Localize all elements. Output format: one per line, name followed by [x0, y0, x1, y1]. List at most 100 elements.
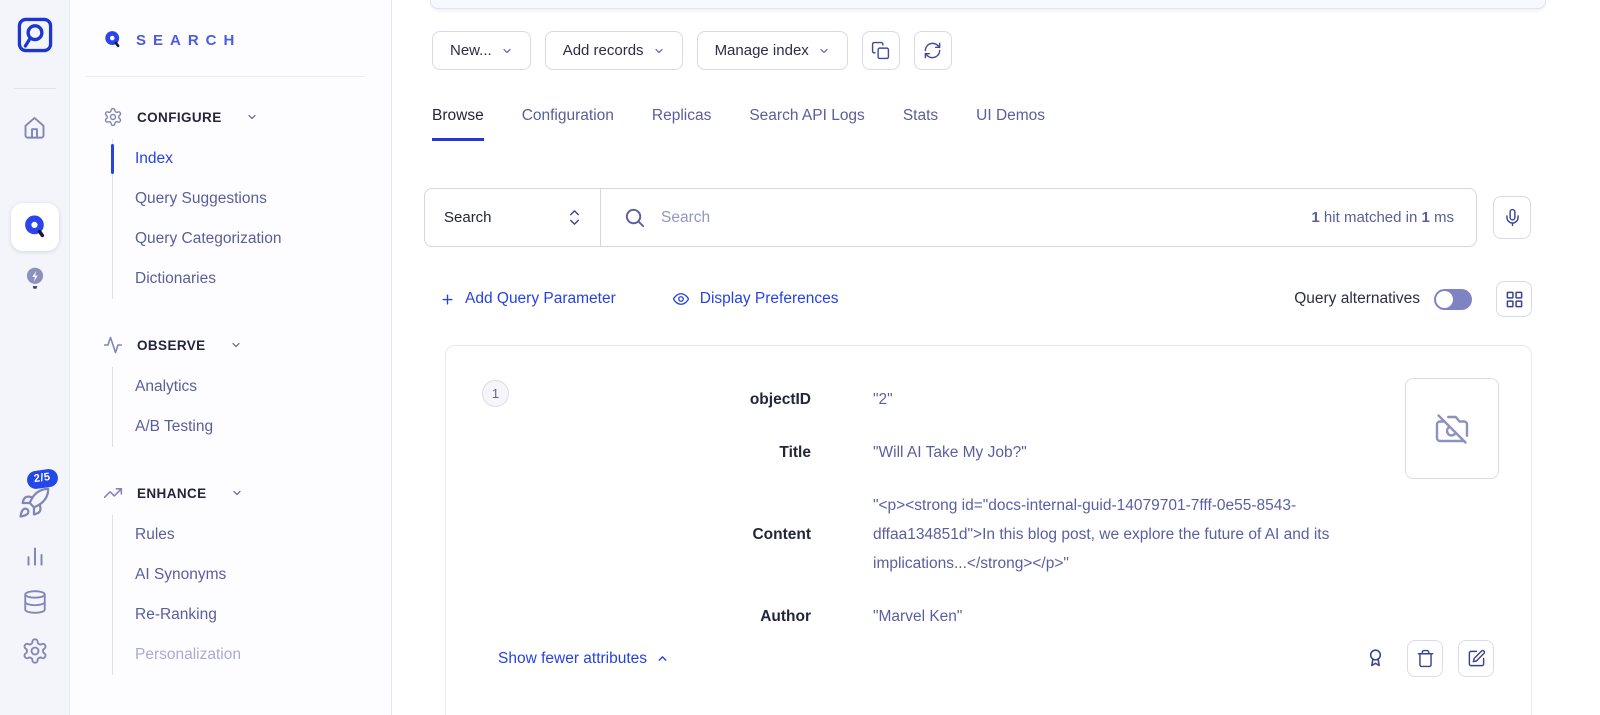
sidebar-item-re-ranking[interactable]: Re-Ranking [113, 595, 391, 635]
show-fewer-attributes-link[interactable]: Show fewer attributes [498, 650, 669, 668]
tab-label: Stats [903, 107, 938, 124]
chevron-down-icon [818, 45, 830, 57]
trending-up-icon [103, 483, 123, 503]
sidebar-item-label: Personalization [135, 646, 241, 664]
search-icon [22, 214, 49, 241]
time-value: 1 [1421, 209, 1429, 226]
manage-index-button[interactable]: Manage index [697, 31, 848, 70]
rocket-icon[interactable] [17, 486, 51, 520]
section-observe-header[interactable]: OBSERVE [103, 335, 391, 355]
award-icon [1365, 648, 1386, 669]
edit-hit-button[interactable] [1458, 640, 1494, 677]
copy-index-button[interactable] [862, 31, 900, 70]
field-row: objectID "2" [446, 385, 1391, 414]
activity-icon [103, 335, 123, 355]
manage-index-label: Manage index [715, 42, 809, 59]
section-enhance-header[interactable]: ENHANCE [103, 483, 391, 503]
layout-grid-button[interactable] [1496, 281, 1532, 317]
new-button[interactable]: New... [432, 31, 531, 70]
sidebar-item-dictionaries[interactable]: Dictionaries [113, 259, 391, 299]
sidebar-item-analytics[interactable]: Analytics [113, 367, 391, 407]
sidebar-item-ab-testing[interactable]: A/B Testing [113, 407, 391, 447]
algolia-logo-icon[interactable] [13, 13, 57, 57]
sidebar-item-ai-synonyms[interactable]: AI Synonyms [113, 555, 391, 595]
search-scope-value: Search [444, 209, 492, 226]
search-input[interactable] [661, 209, 1296, 227]
query-alternatives-toggle[interactable] [1434, 289, 1472, 310]
recommend-icon[interactable] [22, 265, 48, 293]
sidebar-item-label: Query Suggestions [135, 190, 267, 208]
sidebar-item-label: Rules [135, 526, 175, 544]
tab-search-api-logs[interactable]: Search API Logs [749, 107, 864, 141]
add-query-parameter-link[interactable]: Add Query Parameter [440, 290, 616, 308]
tab-browse[interactable]: Browse [432, 107, 484, 141]
trash-icon [1416, 649, 1435, 668]
database-icon[interactable] [22, 589, 48, 615]
product-header: SEARCH [70, 0, 391, 50]
sidebar-item-label: AI Synonyms [135, 566, 226, 584]
icon-rail: 2/5 [0, 0, 70, 715]
field-name: Content [446, 526, 811, 544]
refresh-button[interactable] [914, 31, 952, 70]
tab-ui-demos[interactable]: UI Demos [976, 107, 1045, 141]
toggle-knob [1436, 291, 1453, 308]
tab-configuration[interactable]: Configuration [522, 107, 614, 141]
sidebar-item-rules[interactable]: Rules [113, 515, 391, 555]
search-stats: 1 hit matched in 1 ms [1311, 209, 1454, 226]
sidebar-item-label: Query Categorization [135, 230, 281, 248]
search-nav-active[interactable] [11, 203, 59, 251]
tab-replicas[interactable]: Replicas [652, 107, 711, 141]
sidebar-item-label: Re-Ranking [135, 606, 217, 624]
sidebar-item-index[interactable]: Index [113, 139, 391, 179]
sidebar-item-query-suggestions[interactable]: Query Suggestions [113, 179, 391, 219]
hit-card: 1 objectID "2" Title "Will AI Take My Jo… [445, 345, 1532, 715]
chevron-up-icon [656, 652, 669, 665]
section-configure: CONFIGURE Index Query Suggestions Query … [70, 107, 391, 299]
display-preferences-link[interactable]: Display Preferences [672, 290, 839, 308]
sidebar-item-query-categorization[interactable]: Query Categorization [113, 219, 391, 259]
analytics-icon[interactable] [22, 543, 48, 569]
query-controls: Add Query Parameter Display Preferences … [440, 281, 1532, 317]
home-icon[interactable] [21, 114, 48, 141]
section-configure-header[interactable]: CONFIGURE [103, 107, 391, 127]
section-label: CONFIGURE [137, 110, 222, 125]
tab-label: Search API Logs [749, 107, 864, 124]
voice-search-button[interactable] [1493, 196, 1531, 239]
tab-label: UI Demos [976, 107, 1045, 124]
microphone-icon [1503, 208, 1522, 227]
stats-unit: ms [1430, 209, 1454, 226]
settings-icon[interactable] [21, 637, 49, 665]
hit-card-footer: Show fewer attributes [446, 640, 1531, 677]
sidebar-item-label: Index [135, 150, 173, 168]
eye-icon [672, 290, 690, 308]
field-value: "<p><strong id="docs-internal-guid-14079… [873, 491, 1391, 578]
search-scope-select[interactable]: Search [425, 189, 601, 246]
sidebar-item-label: Dictionaries [135, 270, 216, 288]
gear-icon [103, 107, 123, 127]
add-records-button[interactable]: Add records [545, 31, 683, 70]
index-toolbar: New... Add records Manage index [432, 31, 952, 70]
promote-hit-button[interactable] [1365, 648, 1386, 669]
chevron-down-icon [246, 111, 258, 123]
display-preferences-label: Display Preferences [700, 290, 839, 308]
chevron-down-icon [231, 487, 243, 499]
add-records-label: Add records [563, 42, 644, 59]
search-icon [623, 206, 646, 229]
field-row: Content "<p><strong id="docs-internal-gu… [446, 491, 1391, 578]
product-title: SEARCH [136, 32, 241, 49]
sidebar-item-personalization[interactable]: Personalization [113, 635, 391, 675]
field-value: "Will AI Take My Job?" [873, 438, 1391, 467]
query-alternatives-label: Query alternatives [1294, 290, 1420, 308]
main-content: New... Add records Manage index [392, 0, 1600, 715]
tab-stats[interactable]: Stats [903, 107, 938, 141]
sidebar-divider [86, 76, 365, 77]
plus-icon [440, 292, 455, 307]
section-enhance: ENHANCE Rules AI Synonyms Re-Ranking Per… [70, 483, 391, 675]
tab-label: Configuration [522, 107, 614, 124]
sidebar-item-label: A/B Testing [135, 418, 213, 436]
field-row: Title "Will AI Take My Job?" [446, 438, 1391, 467]
hit-rank-badge: 1 [482, 380, 509, 407]
camera-off-icon [1434, 411, 1470, 447]
section-observe: OBSERVE Analytics A/B Testing [70, 335, 391, 447]
delete-hit-button[interactable] [1407, 640, 1443, 677]
